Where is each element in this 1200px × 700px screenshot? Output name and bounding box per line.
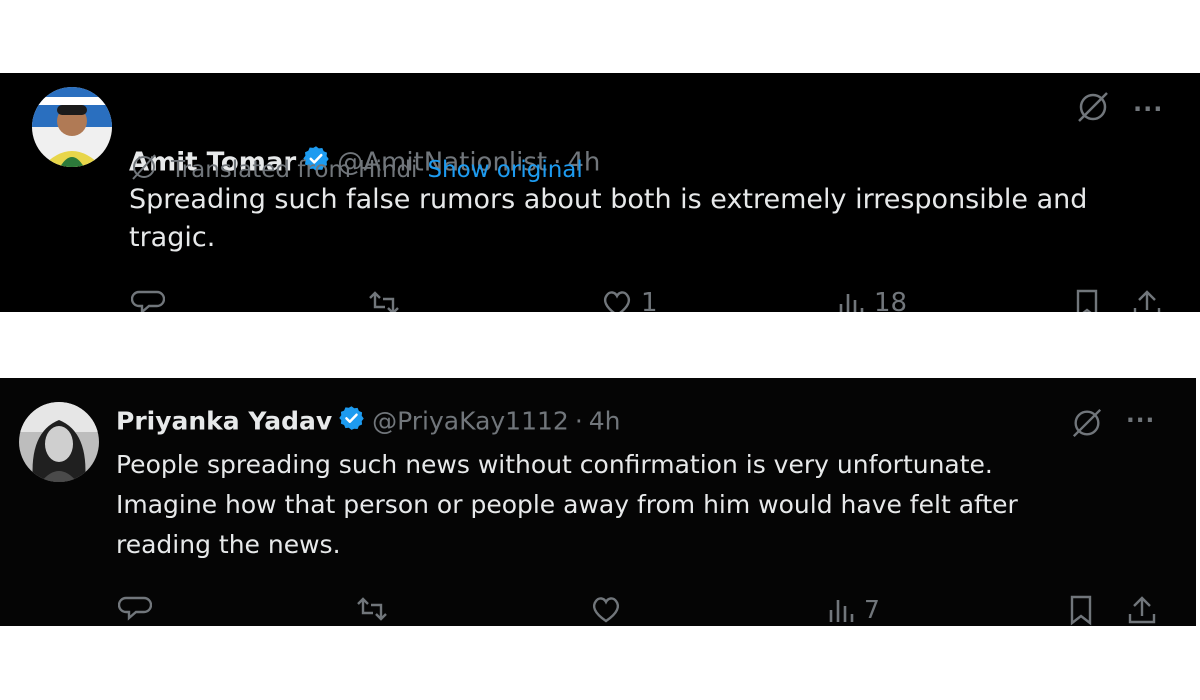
avatar[interactable] — [19, 402, 99, 482]
view-count: 7 — [864, 594, 880, 624]
grok-icon[interactable] — [1070, 406, 1104, 444]
reply-button[interactable] — [131, 288, 165, 312]
tweet-text: Spreading such false rumors about both i… — [129, 184, 1096, 253]
views-button[interactable]: 18 — [838, 288, 907, 312]
like-count: 1 — [641, 288, 658, 312]
tweet-text: People spreading such news without confi… — [116, 450, 1018, 559]
verified-badge-icon — [338, 405, 365, 438]
like-button[interactable] — [590, 594, 630, 624]
views-button[interactable]: 7 — [828, 594, 880, 624]
view-count: 18 — [874, 288, 908, 312]
repost-button[interactable] — [352, 594, 392, 624]
show-original-link[interactable]: Show original — [427, 157, 582, 183]
like-button[interactable]: 1 — [601, 288, 658, 312]
share-button[interactable] — [1131, 288, 1163, 312]
bookmark-button[interactable] — [1073, 288, 1101, 312]
translation-note: Translated from Hindi — [171, 157, 418, 183]
repost-button[interactable] — [364, 288, 404, 312]
author-handle[interactable]: @PriyaKay1112 — [372, 407, 569, 436]
grok-icon[interactable] — [1075, 89, 1111, 129]
bookmark-button[interactable] — [1067, 594, 1095, 626]
more-icon[interactable]: ··· — [1133, 95, 1163, 123]
timestamp[interactable]: 4h — [589, 407, 621, 436]
separator: · — [574, 406, 583, 436]
tweet-card-1[interactable]: Amit Tomar @AmitNationlist · 4h ··· Tran… — [0, 73, 1200, 312]
reply-button[interactable] — [118, 594, 152, 624]
author-name[interactable]: Priyanka Yadav — [116, 407, 332, 436]
more-icon[interactable]: ··· — [1126, 408, 1155, 434]
share-button[interactable] — [1126, 594, 1158, 626]
tweet-card-2[interactable]: Priyanka Yadav @PriyaKay1112 · 4h ··· Pe… — [0, 378, 1196, 626]
avatar[interactable] — [32, 87, 112, 167]
